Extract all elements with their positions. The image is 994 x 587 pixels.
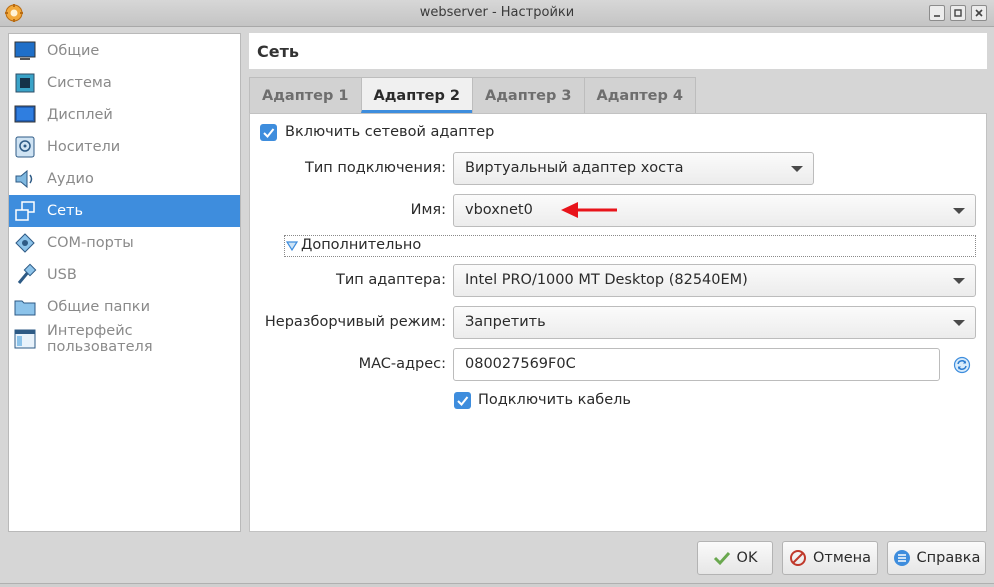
promiscuous-mode-label: Неразборчивый режим: xyxy=(264,314,446,330)
serial-ports-icon xyxy=(15,233,35,253)
close-button[interactable] xyxy=(971,5,987,21)
help-icon xyxy=(893,550,910,566)
sidebar-item-shared-folders[interactable]: Общие папки xyxy=(9,291,240,323)
adapter-type-select[interactable]: Intel PRO/1000 MT Desktop (82540EM) xyxy=(453,264,976,297)
annotation-arrow-icon xyxy=(561,202,617,218)
sidebar-item-network[interactable]: Сеть xyxy=(9,195,240,227)
shared-folders-icon xyxy=(14,300,36,316)
attachment-type-value: Виртуальный адаптер хоста xyxy=(465,160,684,176)
page-title: Сеть xyxy=(249,33,987,69)
system-icon xyxy=(15,73,35,93)
mac-address-value: 080027569F0C xyxy=(465,356,576,372)
attachment-type-label: Тип подключения: xyxy=(305,160,446,176)
settings-sidebar: Общие Система Дисплей Носители Аудио Сет… xyxy=(8,33,241,532)
sidebar-item-label: Сеть xyxy=(47,203,84,219)
attachment-type-select[interactable]: Виртуальный адаптер хоста xyxy=(453,152,814,185)
sidebar-item-serial-ports[interactable]: COM-порты xyxy=(9,227,240,259)
help-button-label: Справка xyxy=(916,550,981,566)
name-select[interactable]: vboxnet0 xyxy=(453,194,976,227)
ok-button-label: OK xyxy=(736,550,758,566)
cancel-button[interactable]: Отмена xyxy=(782,541,878,575)
sidebar-item-label: COM-порты xyxy=(47,235,134,251)
tab-adapter-1[interactable]: Адаптер 1 xyxy=(249,77,361,113)
general-icon xyxy=(14,41,36,60)
sidebar-item-label: Дисплей xyxy=(47,107,113,123)
sidebar-item-label: Система xyxy=(47,75,112,91)
title-bar: webserver - Настройки xyxy=(0,0,994,27)
mac-address-input[interactable]: 080027569F0C xyxy=(453,348,940,381)
maximize-button[interactable] xyxy=(950,5,966,21)
user-interface-icon xyxy=(14,329,36,349)
sidebar-item-audio[interactable]: Аудио xyxy=(9,163,240,195)
sidebar-item-label: Общие xyxy=(47,43,100,59)
chevron-down-icon xyxy=(953,320,965,326)
minimize-icon xyxy=(934,15,940,17)
minimize-button[interactable] xyxy=(929,5,945,21)
sidebar-item-display[interactable]: Дисплей xyxy=(9,99,240,131)
window-bottom-edge xyxy=(0,583,994,587)
tab-adapter-3[interactable]: Адаптер 3 xyxy=(472,77,584,113)
adapter-tabs: Адаптер 1 Адаптер 2 Адаптер 3 Адаптер 4 xyxy=(249,77,696,113)
name-value: vboxnet0 xyxy=(465,202,533,218)
chevron-down-icon xyxy=(791,166,803,172)
sidebar-item-label: USB xyxy=(47,267,77,283)
storage-icon xyxy=(15,136,35,158)
sidebar-item-label: Интерфейс пользователя xyxy=(47,323,153,355)
promiscuous-mode-value: Запретить xyxy=(465,314,546,330)
refresh-mac-icon[interactable] xyxy=(953,356,971,374)
cancel-button-label: Отмена xyxy=(812,550,872,566)
name-label: Имя: xyxy=(410,202,446,218)
sidebar-item-general[interactable]: Общие xyxy=(9,35,240,67)
mac-address-label: MAC-адрес: xyxy=(358,356,446,372)
advanced-toggle[interactable]: Дополнительно xyxy=(284,235,976,257)
maximize-icon xyxy=(954,9,962,17)
sidebar-item-label: Общие папки xyxy=(47,299,150,315)
enable-adapter-checkbox[interactable] xyxy=(260,124,277,141)
sidebar-item-system[interactable]: Система xyxy=(9,67,240,99)
network-icon xyxy=(15,201,35,221)
promiscuous-mode-select[interactable]: Запретить xyxy=(453,306,976,339)
cancel-icon xyxy=(789,550,806,566)
adapter-type-value: Intel PRO/1000 MT Desktop (82540EM) xyxy=(465,272,748,288)
enable-adapter-label[interactable]: Включить сетевой адаптер xyxy=(285,124,494,140)
audio-icon xyxy=(15,169,33,189)
display-icon xyxy=(14,105,36,123)
chevron-down-icon xyxy=(953,208,965,214)
sidebar-item-user-interface[interactable]: Интерфейс пользователя xyxy=(9,323,240,355)
window-title: webserver - Настройки xyxy=(419,5,575,20)
adapter-type-label: Тип адаптера: xyxy=(336,272,446,288)
tab-adapter-2[interactable]: Адаптер 2 xyxy=(360,77,472,113)
sidebar-item-usb[interactable]: USB xyxy=(9,259,240,291)
tab-adapter-4[interactable]: Адаптер 4 xyxy=(583,77,696,113)
sidebar-item-label: Аудио xyxy=(47,171,94,187)
sidebar-item-storage[interactable]: Носители xyxy=(9,131,240,163)
chevron-down-icon xyxy=(953,278,965,284)
cable-connected-label[interactable]: Подключить кабель xyxy=(478,392,631,408)
close-icon xyxy=(975,9,983,17)
check-icon xyxy=(457,396,469,406)
cable-connected-checkbox[interactable] xyxy=(454,392,471,409)
ok-check-icon xyxy=(713,551,730,566)
disclosure-triangle-icon xyxy=(286,241,298,252)
usb-icon xyxy=(17,263,37,284)
ok-button[interactable]: OK xyxy=(697,541,773,575)
check-icon xyxy=(263,128,275,138)
sidebar-item-label: Носители xyxy=(47,139,121,155)
help-button[interactable]: Справка xyxy=(887,541,986,575)
advanced-label: Дополнительно xyxy=(301,237,422,253)
